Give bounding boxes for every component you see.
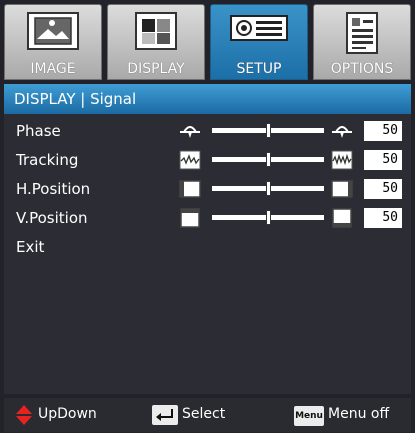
slider-thumb[interactable] (266, 181, 271, 196)
tracking-value: 50 (364, 150, 402, 170)
tab-label: OPTIONS (330, 61, 394, 77)
tracking-slider[interactable] (212, 152, 324, 167)
submenu-header: DISPLAY | Signal (4, 84, 411, 114)
slider-thumb[interactable] (266, 123, 271, 138)
v-position-slider[interactable] (212, 210, 324, 225)
slider-thumb[interactable] (266, 210, 271, 225)
h-position-slider[interactable] (212, 181, 324, 196)
page-title: DISPLAY | Signal (14, 90, 137, 108)
row-label: Tracking (16, 151, 79, 169)
options-icon (346, 12, 378, 54)
h-position-left-icon[interactable] (178, 178, 202, 200)
phase-increase-icon[interactable] (330, 120, 354, 142)
menu-key-icon: Menu (294, 406, 324, 426)
row-tracking[interactable]: Tracking 50 (4, 147, 411, 175)
phase-decrease-icon[interactable] (178, 120, 202, 142)
footer-updown-label: UpDown (38, 406, 97, 422)
row-phase[interactable]: Phase 50 (4, 118, 411, 146)
row-h-position[interactable]: H.Position 50 (4, 176, 411, 204)
tab-label: SETUP (236, 61, 282, 77)
row-exit[interactable]: Exit (4, 234, 411, 262)
h-position-value: 50 (364, 179, 402, 199)
tab-label: DISPLAY (127, 61, 185, 77)
row-label: Phase (16, 122, 61, 140)
updown-arrows-icon (16, 405, 32, 425)
settings-list: Phase 50 Tracking 50 H.Position 50 V.Pos… (4, 114, 411, 394)
row-label: V.Position (16, 209, 88, 227)
tab-bar: IMAGE DISPLAY SETUP OPTIONS (4, 4, 411, 80)
phase-value: 50 (364, 121, 402, 141)
footer-bar: UpDown Select Menu Menu off (4, 398, 411, 432)
tab-image[interactable]: IMAGE (4, 4, 102, 80)
display-icon (135, 12, 177, 50)
phase-slider[interactable] (212, 123, 324, 138)
slider-thumb[interactable] (266, 152, 271, 167)
footer-select-label: Select (182, 406, 226, 422)
exit-label: Exit (16, 238, 45, 256)
projector-icon (230, 15, 288, 41)
osd-menu: IMAGE DISPLAY SETUP OPTIONS DISPLAY | Si… (0, 0, 415, 433)
tab-options[interactable]: OPTIONS (313, 4, 411, 80)
row-label: H.Position (16, 180, 91, 198)
tab-setup[interactable]: SETUP (210, 4, 308, 80)
menu-key-label: Menu (295, 411, 323, 421)
row-v-position[interactable]: V.Position 50 (4, 205, 411, 233)
tab-label: IMAGE (30, 61, 76, 77)
tab-display[interactable]: DISPLAY (107, 4, 205, 80)
enter-key-icon (152, 405, 178, 425)
v-position-down-icon[interactable] (330, 207, 354, 229)
v-position-up-icon[interactable] (178, 207, 202, 229)
tracking-decrease-icon[interactable] (178, 149, 202, 171)
tracking-increase-icon[interactable] (330, 149, 354, 171)
footer-menu-off-label: Menu off (328, 406, 390, 422)
image-icon (27, 12, 79, 50)
v-position-value: 50 (364, 208, 402, 228)
h-position-right-icon[interactable] (330, 178, 354, 200)
